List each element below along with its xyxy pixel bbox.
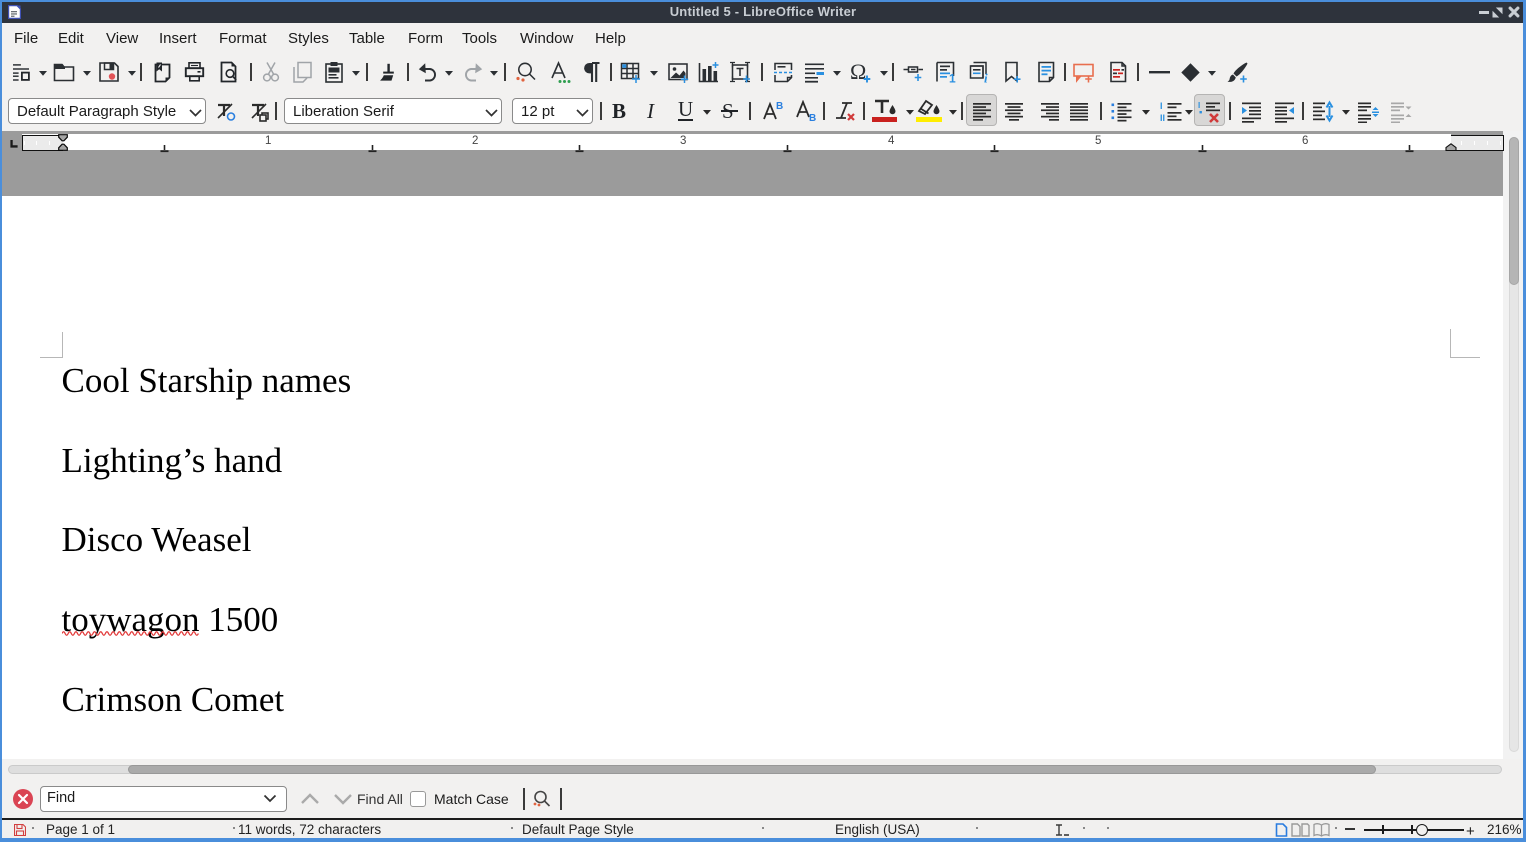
- svg-text:B: B: [776, 101, 783, 112]
- svg-text:i: i: [984, 70, 988, 84]
- svg-text:Ω: Ω: [850, 61, 866, 84]
- svg-text:I: I: [1198, 101, 1200, 110]
- svg-text:1: 1: [949, 71, 956, 84]
- svg-text:I: I: [1160, 101, 1163, 111]
- svg-text:II: II: [1160, 113, 1165, 123]
- svg-text:B: B: [809, 113, 816, 123]
